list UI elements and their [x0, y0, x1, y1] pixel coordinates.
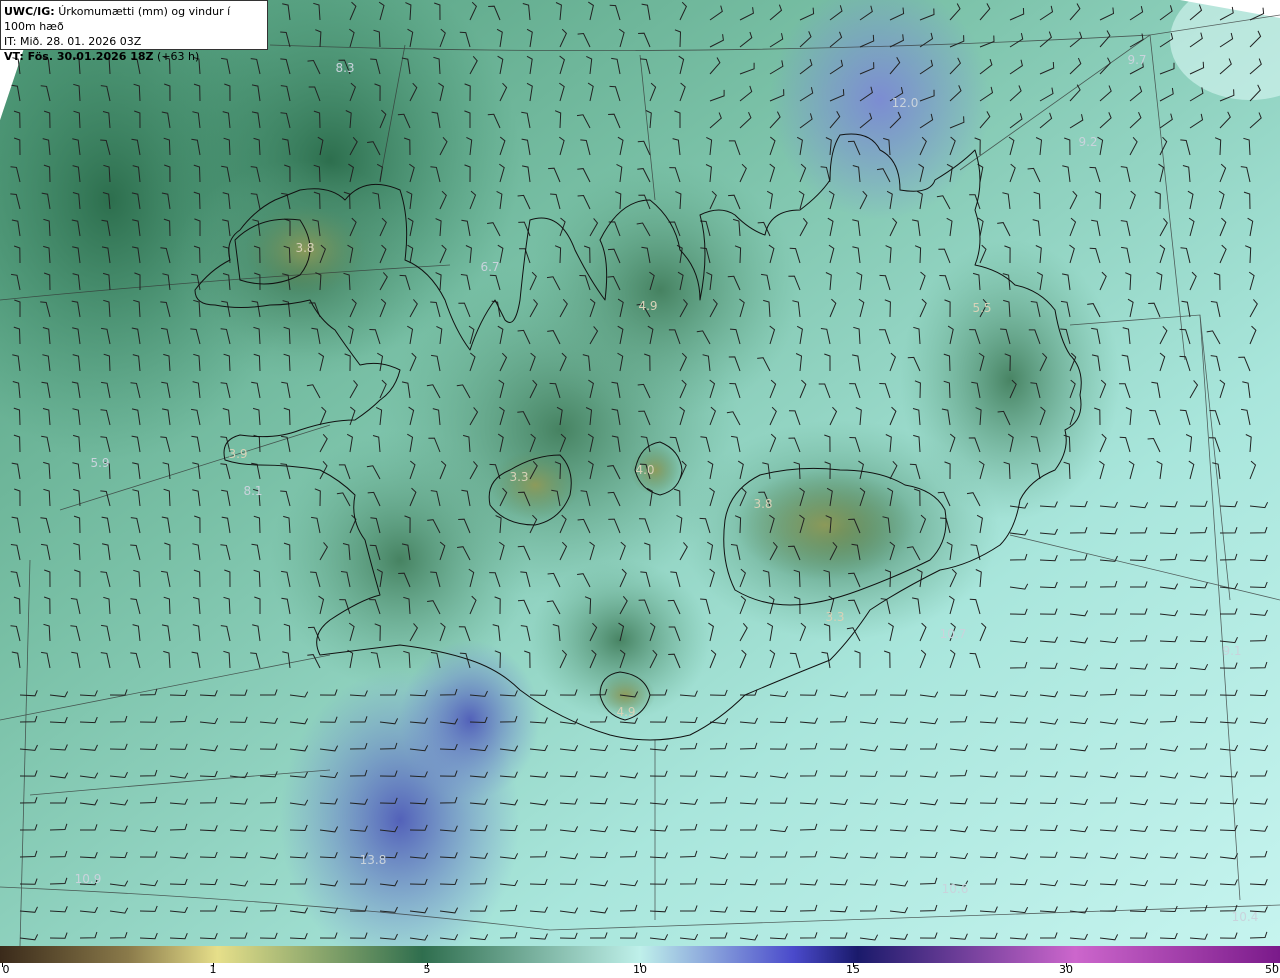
precip-value-west-sea: 5.9: [90, 456, 109, 470]
precip-value-south-sea: 10.6: [942, 882, 969, 896]
precip-value-oraefa: 3.3: [825, 610, 844, 624]
precip-value-far-ne: 9.2: [1078, 135, 1097, 149]
precip-value-hofsjokull: 4.0: [635, 463, 654, 477]
model-code: UWC/IG:: [4, 5, 55, 18]
map-header: UWC/IG: Úrkomumætti (mm) og vindur í 100…: [0, 0, 268, 63]
color-scale-tick-label: 10: [633, 963, 647, 976]
color-scale: 0 1 5 10 15 30 50: [0, 946, 1280, 978]
color-scale-tick-label: 30: [1059, 963, 1073, 976]
lead-time: (+63 h): [157, 50, 200, 63]
precip-value-ne-sea: 12.0: [892, 96, 919, 110]
issue-time-line: IT: Mið. 28. 01. 2026 03Z: [4, 34, 264, 49]
precip-value-snaefells: 3.9: [228, 447, 247, 461]
issue-time-prefix: IT:: [4, 35, 17, 48]
precip-value-vatnajokull: 3.8: [753, 497, 772, 511]
precip-value-myrdals: 4.9: [616, 705, 635, 719]
color-scale-tick-label: 15: [846, 963, 860, 976]
precip-value-westfjords: 3.8: [295, 241, 314, 255]
precip-value-sw-far: 10.9: [75, 872, 102, 886]
precip-value-trolla: 4.9: [638, 299, 657, 313]
color-scale-tick-label: 50: [1265, 963, 1279, 976]
precip-value-nw-sea: 8.3: [335, 61, 354, 75]
precip-value-northeast: 5.5: [972, 301, 991, 315]
precip-value-east-sea: 9.1: [1222, 644, 1241, 658]
precip-value-east-far: 9.7: [1127, 53, 1146, 67]
precip-value-langjokull: 3.3: [509, 470, 528, 484]
precip-value-faxa: 8.1: [243, 484, 262, 498]
issue-time: Mið. 28. 01. 2026 03Z: [19, 35, 142, 48]
precip-value-se-sea: 10.7: [940, 627, 967, 641]
color-scale-gradient: [0, 946, 1280, 963]
precip-value-huna: 6.7: [480, 260, 499, 274]
color-scale-tick-label: 0: [2, 963, 10, 976]
color-scale-tick-label: 1: [209, 963, 217, 976]
valid-time-line: VT: Fös. 30.01.2026 18Z (+63 h): [4, 49, 264, 64]
map-canvas: 8.3 12.0 9.2 9.1 3.8 6.7 4.9 5.5 5.9 3.9 8.1 3.3 4.0…: [0, 0, 1280, 946]
precip-value-sw-sea: 13.8: [360, 853, 387, 867]
precip-value-se-far: 10.4: [1232, 910, 1259, 924]
forecast-map: 8.3 12.0 9.2 9.1 3.8 6.7 4.9 5.5 5.9 3.9 8.1 3.3 4.0…: [0, 0, 1280, 946]
title-line: UWC/IG: Úrkomumætti (mm) og vindur í 100…: [4, 4, 264, 34]
color-scale-tick-label: 5: [423, 963, 431, 976]
valid-time: VT: Fös. 30.01.2026 18Z: [4, 50, 154, 63]
